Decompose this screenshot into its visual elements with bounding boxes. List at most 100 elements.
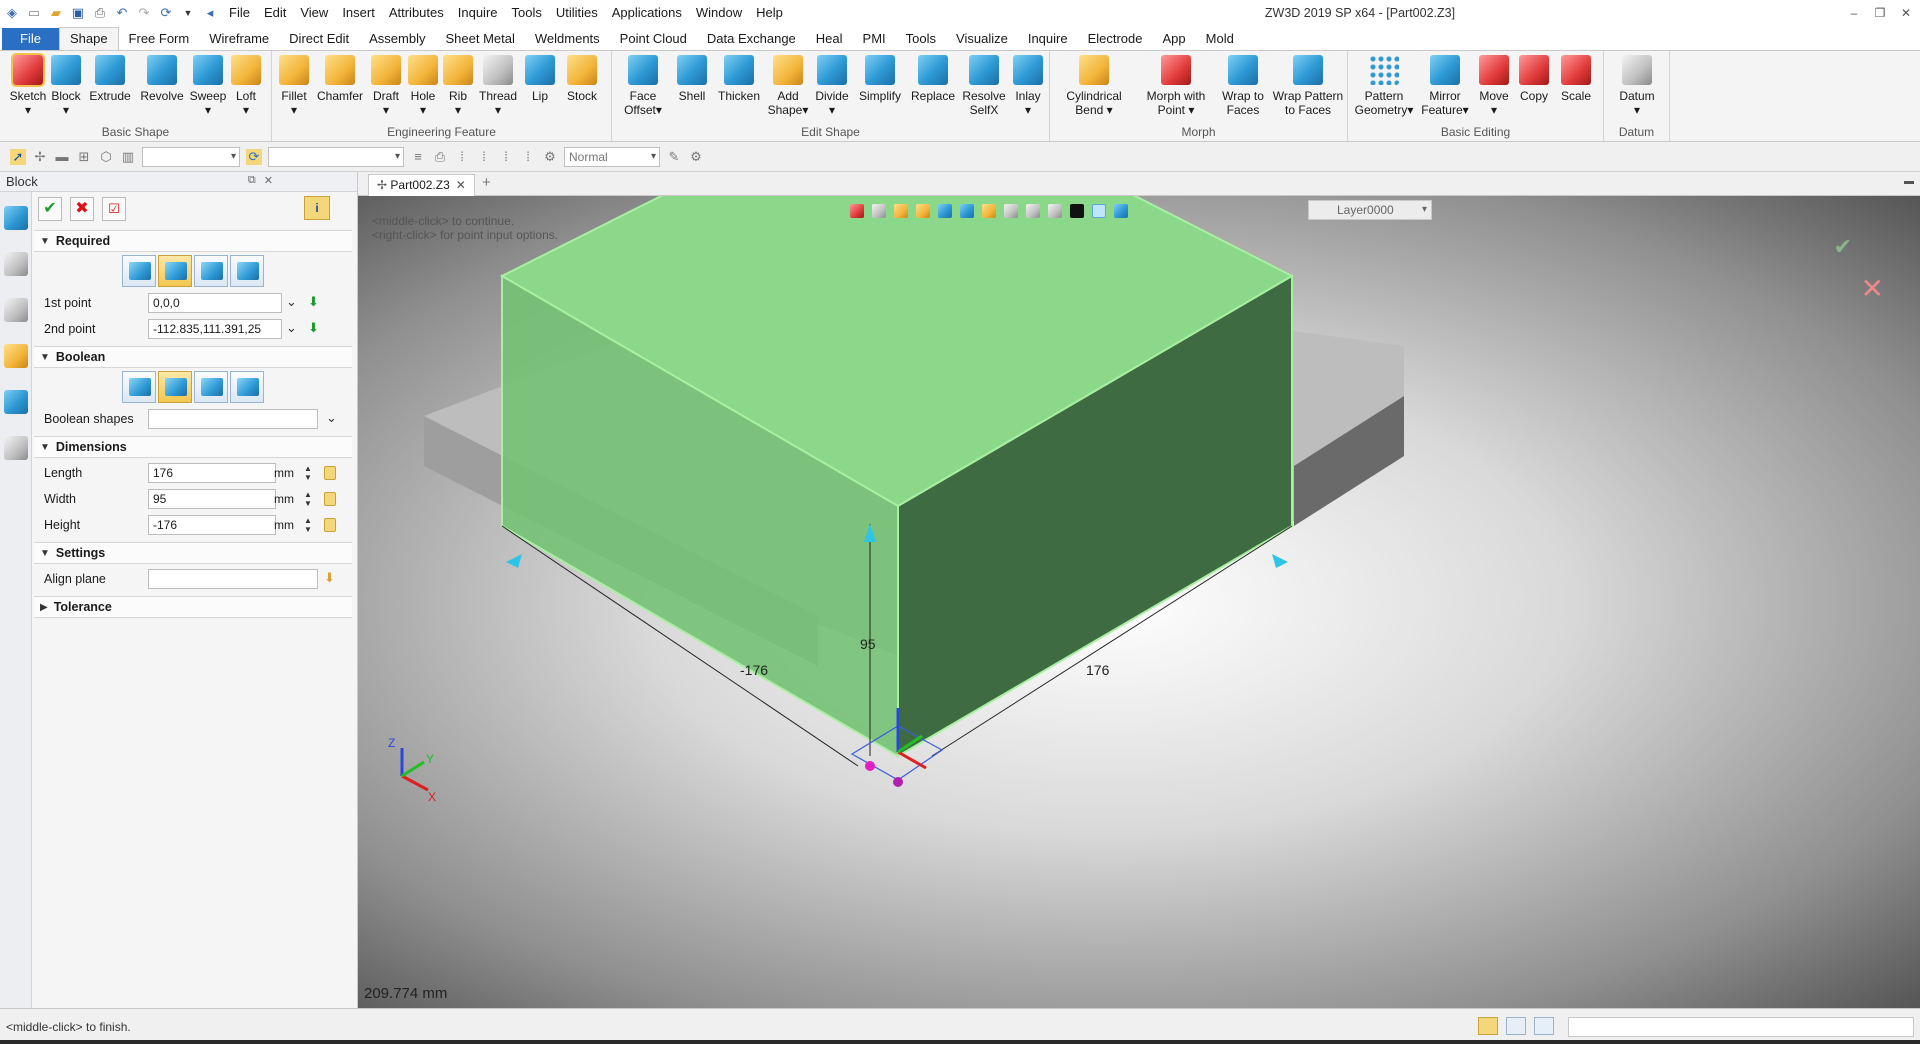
layer-combo[interactable]: Layer0000 <box>1308 200 1432 220</box>
block-type-4-button[interactable] <box>230 255 264 287</box>
wrap-pattern-button[interactable]: Wrap Pattern to Faces <box>1270 55 1346 117</box>
length-lock-icon[interactable] <box>324 466 336 480</box>
boolean-intersect-button[interactable] <box>230 371 264 403</box>
tab-wireframe[interactable]: Wireframe <box>199 28 279 50</box>
replace-button[interactable]: Replace <box>908 55 958 103</box>
sweep-button[interactable]: Sweep ▾ <box>188 55 228 117</box>
hole-button[interactable]: Hole ▾ <box>406 55 440 117</box>
viewport-cancel-icon[interactable]: ✕ <box>1861 272 1884 305</box>
thread-button[interactable]: Thread ▾ <box>476 55 520 117</box>
tab-heal[interactable]: Heal <box>806 28 853 50</box>
dim-label-height[interactable]: 95 <box>860 636 876 652</box>
polygon-icon[interactable]: ⬡ <box>98 149 114 165</box>
info-button[interactable]: i <box>304 196 330 220</box>
panel-float-icon[interactable]: ⧉ <box>248 174 256 187</box>
boolean-remove-button[interactable] <box>194 371 228 403</box>
morph-with-point-button[interactable]: Morph with Point ▾ <box>1136 55 1216 117</box>
expand-options-icon[interactable]: ⌄ <box>326 410 337 426</box>
status-mode-2-icon[interactable] <box>1506 1017 1526 1035</box>
shell-button[interactable]: Shell <box>672 55 712 103</box>
save-icon[interactable]: ▣ <box>70 5 86 21</box>
exit-view-icon[interactable] <box>850 204 864 218</box>
pan-icon[interactable] <box>872 204 886 218</box>
zoom-fit-icon[interactable] <box>1004 204 1018 218</box>
tab-list-icon[interactable]: ▬ <box>1904 176 1914 187</box>
open-folder-icon[interactable]: ▰ <box>48 5 64 21</box>
menu-collapse-icon[interactable]: ◂ <box>202 5 218 21</box>
drag-handle-left-icon[interactable] <box>506 554 522 568</box>
dim-label-right[interactable]: 176 <box>1086 662 1109 678</box>
shaded-icon[interactable] <box>916 204 930 218</box>
tab-free-form[interactable]: Free Form <box>119 28 200 50</box>
sketch-button[interactable]: Sketch ▾ <box>8 53 48 117</box>
chamfer-button[interactable]: Chamfer <box>314 55 366 103</box>
refresh-icon[interactable]: ⟳ <box>246 148 262 165</box>
scale-button[interactable]: Scale <box>1556 55 1596 103</box>
extrude-button[interactable]: Extrude <box>88 55 132 103</box>
chart-icon[interactable]: ▥ <box>120 149 136 165</box>
height-lock-icon[interactable] <box>324 518 336 532</box>
menu-file[interactable]: File <box>222 1 257 25</box>
stock-button[interactable]: Stock <box>562 55 602 103</box>
second-point-input[interactable]: -112.835,111.391,25 <box>148 319 282 339</box>
viewport-ok-icon[interactable]: ✔ <box>1834 234 1852 260</box>
menu-insert[interactable]: Insert <box>335 1 382 25</box>
menu-attributes[interactable]: Attributes <box>382 1 451 25</box>
mirror-feature-button[interactable]: Mirror Feature▾ <box>1418 55 1472 117</box>
expand-options-icon[interactable]: ⌄ <box>286 320 297 336</box>
history-tree-icon[interactable] <box>4 252 28 276</box>
close-icon[interactable]: ✕ <box>1898 0 1914 26</box>
app-logo-icon[interactable]: ◈ <box>4 5 20 21</box>
first-point-input[interactable]: 0,0,0 <box>148 293 282 313</box>
ok-button[interactable]: ✔ <box>38 197 62 221</box>
tab-mold[interactable]: Mold <box>1196 28 1244 50</box>
width-spinner[interactable]: ▲ ▼ <box>304 490 312 508</box>
graphics-viewport[interactable]: <middle-click> to continue. Layer0000 -1… <box>358 196 1920 1008</box>
dim-label-left[interactable]: -176 <box>740 662 768 678</box>
face-offset-button[interactable]: Face Offset▾ <box>616 55 670 117</box>
cylindrical-bend-button[interactable]: Cylindrical Bend ▾ <box>1054 55 1134 117</box>
origin-point-icon[interactable] <box>865 761 875 771</box>
repeat-icon[interactable]: ⟳ <box>158 5 174 21</box>
drag-handle-right-icon[interactable] <box>1272 554 1288 568</box>
tab-assembly[interactable]: Assembly <box>359 28 435 50</box>
draft-button[interactable]: Draft ▾ <box>368 55 404 117</box>
customize-dropdown-icon[interactable]: ▼ <box>180 5 196 21</box>
thicken-button[interactable]: Thicken <box>714 55 764 103</box>
boolean-shapes-input[interactable] <box>148 409 318 429</box>
height-input[interactable]: -176 <box>148 515 276 535</box>
command-input[interactable] <box>1568 1017 1914 1037</box>
background-color-icon[interactable] <box>1070 204 1084 218</box>
move-button[interactable]: Move ▾ <box>1474 55 1514 117</box>
inlay-button[interactable]: Inlay ▾ <box>1010 55 1046 117</box>
tab-inquire[interactable]: Inquire <box>1018 28 1078 50</box>
origin-point-2-icon[interactable] <box>893 777 903 787</box>
status-mode-1-icon[interactable] <box>1478 1017 1498 1035</box>
block-button[interactable]: Block ▾ <box>48 55 84 117</box>
boolean-base-button[interactable] <box>122 371 156 403</box>
style-settings-icon[interactable]: ⚙ <box>688 149 704 165</box>
expand-options-icon[interactable]: ⌄ <box>286 294 297 310</box>
align-icon[interactable]: ≡ <box>410 149 426 165</box>
layer-manager-icon[interactable] <box>1114 204 1128 218</box>
transparency-icon[interactable] <box>1092 204 1106 218</box>
width-input[interactable]: 95 <box>148 489 276 509</box>
menu-applications[interactable]: Applications <box>605 1 689 25</box>
format-2-icon[interactable]: ⁞ <box>476 149 492 165</box>
document-tab[interactable]: ✢ Part002.Z3 ✕ <box>368 174 475 196</box>
section-dimensions[interactable]: ▼ Dimensions <box>34 436 352 458</box>
redo-icon[interactable]: ↷ <box>136 5 152 21</box>
tab-visualize[interactable]: Visualize <box>946 28 1018 50</box>
tab-point-cloud[interactable]: Point Cloud <box>610 28 697 50</box>
lip-button[interactable]: Lip <box>522 55 558 103</box>
tab-file[interactable]: File <box>2 28 59 50</box>
new-tab-icon[interactable]: + <box>482 174 491 191</box>
menu-inquire[interactable]: Inquire <box>451 1 505 25</box>
layout-icon[interactable] <box>1048 204 1062 218</box>
tab-app[interactable]: App <box>1153 28 1196 50</box>
divide-button[interactable]: Divide ▾ <box>810 55 854 117</box>
section-settings[interactable]: ▼ Settings <box>34 542 352 564</box>
tab-pmi[interactable]: PMI <box>853 28 896 50</box>
tab-weldments[interactable]: Weldments <box>525 28 610 50</box>
print-preview-icon[interactable]: ⎙ <box>432 149 448 165</box>
